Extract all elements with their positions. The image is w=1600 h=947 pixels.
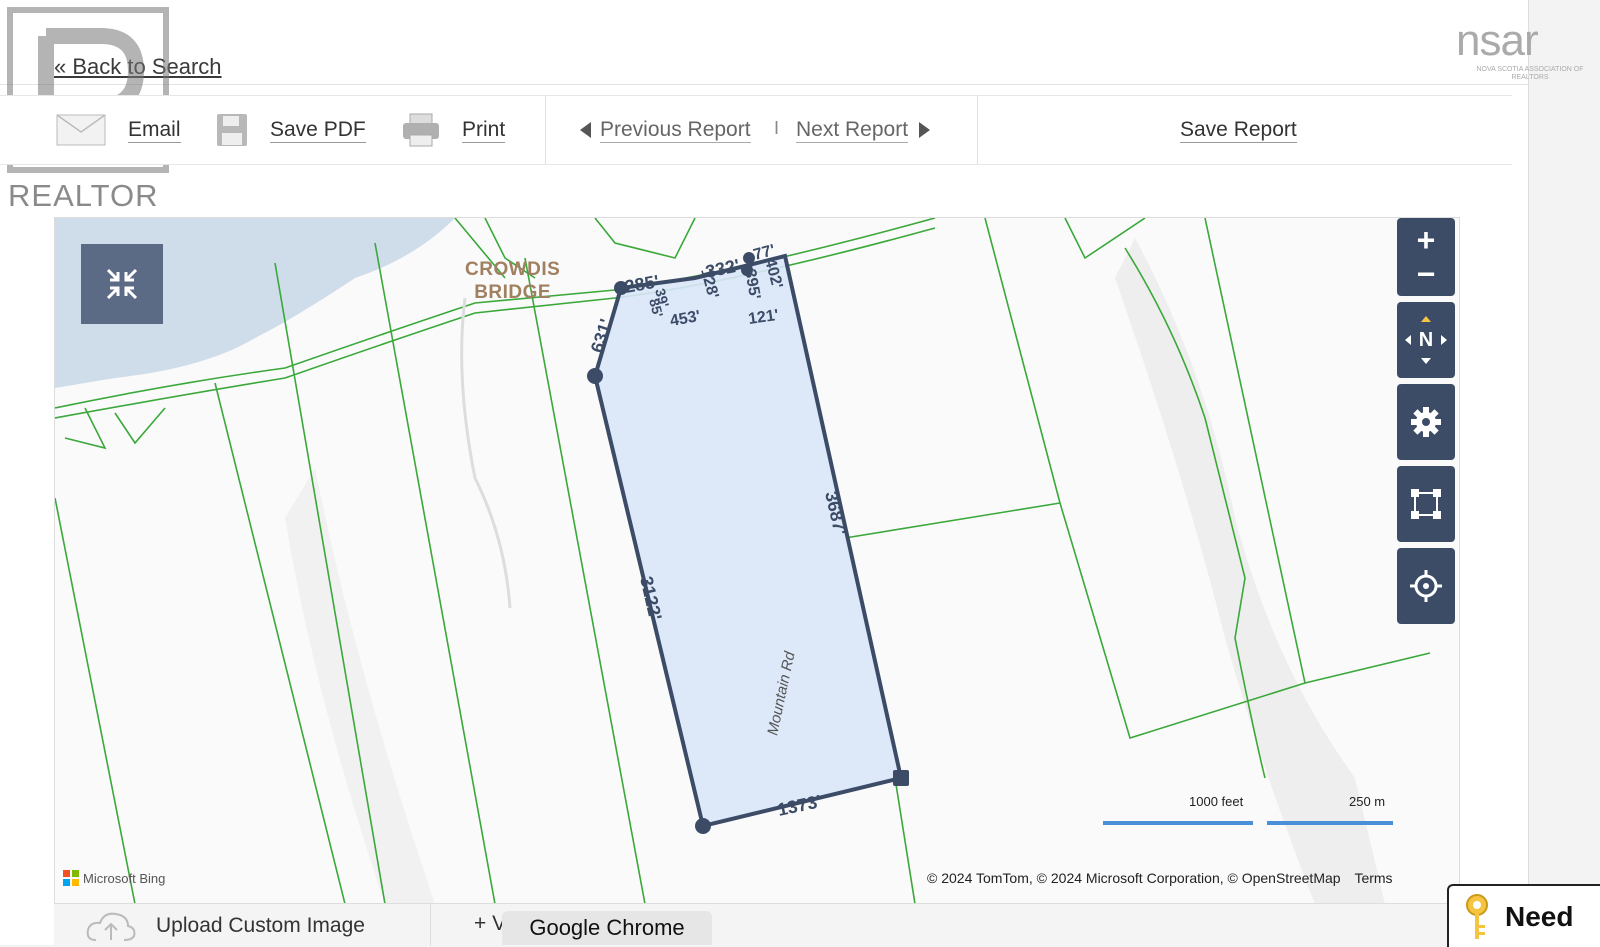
- parcel-map[interactable]: 285' 39' 332' 77' 402' 128' 395' 121' 85…: [54, 217, 1460, 905]
- realtor-wordmark: REALTOR: [8, 178, 159, 213]
- nsar-subtitle: NOVA SCOTIA ASSOCIATION OF REALTORS: [1476, 66, 1584, 81]
- upload-image-button[interactable]: Upload Custom Image: [84, 910, 365, 942]
- attribution-text: © 2024 TomTom, © 2024 Microsoft Corporat…: [927, 870, 1341, 886]
- toolbar-divider: [545, 96, 546, 164]
- scale-bar-feet: [1103, 821, 1253, 825]
- bottom-toolbar: Upload Custom Image + V: [54, 903, 1458, 946]
- print-button[interactable]: Print: [402, 96, 506, 164]
- upload-label: Upload Custom Image: [156, 914, 365, 937]
- toolbar-divider-2: [977, 96, 978, 164]
- bottom-divider: [430, 904, 431, 946]
- town-label-line1: CROWDIS: [465, 259, 561, 280]
- print-label: Print: [462, 117, 506, 143]
- microsoft-logo-icon: [63, 870, 79, 886]
- need-help-button[interactable]: Need: [1447, 884, 1600, 947]
- caret-right-icon: [919, 122, 931, 138]
- map-attribution: © 2024 TomTom, © 2024 Microsoft Corporat…: [927, 870, 1393, 886]
- collapse-arrows-icon: [106, 268, 138, 300]
- bing-logo: Microsoft Bing: [63, 870, 165, 886]
- town-label: CROWDIS BRIDGE: [465, 258, 560, 304]
- previous-report-label: Previous Report: [600, 117, 751, 143]
- map-canvas[interactable]: 285' 39' 332' 77' 402' 128' 395' 121' 85…: [55, 218, 1459, 904]
- bing-label: Microsoft Bing: [83, 870, 166, 886]
- save-report-label: Save Report: [1180, 117, 1297, 143]
- terms-link[interactable]: Terms: [1354, 870, 1392, 886]
- terrain-shading: [1115, 238, 1385, 904]
- compass-control[interactable]: N: [1397, 302, 1455, 378]
- select-area-button[interactable]: [1397, 466, 1455, 542]
- zoom-controls: + −: [1397, 218, 1455, 296]
- locate-button[interactable]: [1397, 548, 1455, 624]
- save-pdf-button[interactable]: Save PDF: [216, 96, 366, 164]
- cloud-upload-icon: [86, 912, 136, 941]
- gear-icon: [1411, 407, 1441, 437]
- bounding-box-icon: [1411, 489, 1441, 519]
- parcel-polygon[interactable]: [592, 253, 904, 829]
- compass-n-label: N: [1418, 328, 1434, 351]
- next-report-label: Next Report: [796, 117, 909, 143]
- zoom-in-button[interactable]: +: [1417, 223, 1436, 257]
- top-bar: « Back to Search: [0, 16, 1528, 85]
- save-pdf-label: Save PDF: [270, 117, 366, 143]
- scale-feet-label: 1000 feet: [1189, 794, 1244, 809]
- previous-report-button[interactable]: Previous Report: [580, 96, 751, 164]
- nsar-wordmark: nsar: [1456, 16, 1539, 65]
- envelope-icon: [56, 114, 106, 146]
- caret-left-icon: [580, 122, 591, 138]
- nsar-logo: nsar NOVA SCOTIA ASSOCIATION OF REALTORS: [1456, 16, 1592, 86]
- settings-button[interactable]: [1397, 384, 1455, 460]
- terrain-shading-2: [285, 468, 435, 904]
- printer-icon: [403, 113, 439, 147]
- scale-bar-meters: [1267, 821, 1393, 825]
- need-help-label: Need: [1505, 900, 1574, 932]
- scale-meters-label: 250 m: [1349, 794, 1386, 809]
- report-page: « Back to Search REALTOR nsar NOVA SCOTI…: [0, 0, 1584, 946]
- key-icon: [1466, 893, 1488, 939]
- trail: [460, 297, 512, 609]
- next-report-button[interactable]: Next Report: [796, 96, 931, 164]
- collapse-map-button[interactable]: [81, 244, 163, 324]
- save-report-button[interactable]: Save Report: [1180, 96, 1297, 164]
- report-toolbar: Email Save PDF Print Previous Report I N…: [0, 95, 1512, 165]
- email-label: Email: [128, 117, 181, 143]
- zoom-out-button[interactable]: −: [1417, 257, 1436, 291]
- crosshair-icon: [1410, 570, 1442, 602]
- nav-separator: I: [774, 118, 780, 138]
- floppy-disk-icon: [217, 114, 247, 146]
- town-label-line2: BRIDGE: [474, 282, 552, 303]
- email-button[interactable]: Email: [56, 96, 181, 164]
- chrome-tooltip: Google Chrome: [502, 911, 712, 945]
